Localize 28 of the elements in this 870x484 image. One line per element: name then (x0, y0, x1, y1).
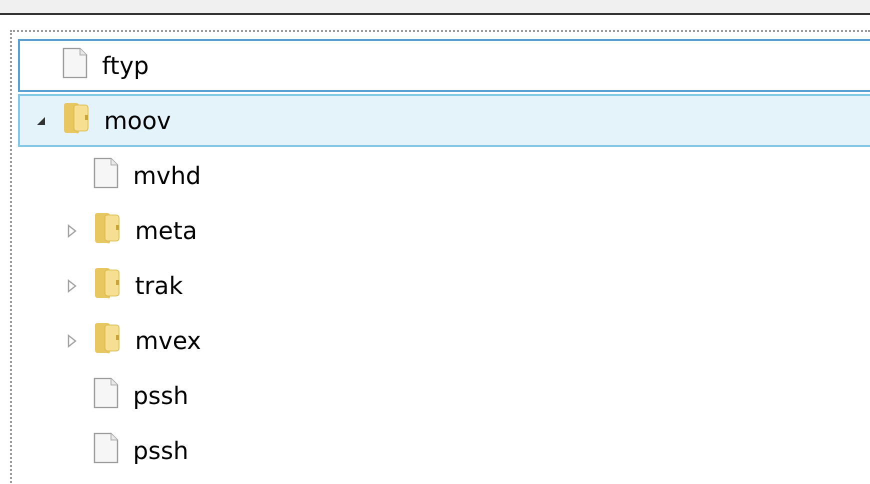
expand-triangle-icon[interactable] (67, 334, 77, 348)
item-label: ftyp (102, 52, 149, 80)
item-label: pssh (133, 436, 188, 464)
document-icon (62, 46, 88, 78)
item-label: pssh (133, 382, 188, 410)
document-icon (93, 376, 119, 408)
tree-item[interactable]: moov (18, 94, 870, 147)
folder-icon (93, 266, 121, 298)
tree-item[interactable]: meta (18, 204, 870, 257)
item-label: mvex (135, 326, 202, 354)
folder-icon (93, 322, 121, 354)
folder-icon (62, 102, 90, 134)
collapse-triangle-icon[interactable] (36, 116, 46, 126)
tree-item[interactable]: pssh (18, 424, 870, 477)
tree-item[interactable]: ftyp (18, 39, 870, 92)
tree-item[interactable]: mvhd (18, 149, 870, 202)
item-label: trak (135, 272, 183, 300)
item-label: mvhd (133, 162, 202, 190)
document-icon (93, 156, 119, 188)
expand-triangle-icon[interactable] (67, 224, 77, 238)
item-label: meta (135, 216, 198, 244)
item-label: moov (104, 106, 171, 134)
tree-item[interactable]: pssh (18, 369, 870, 422)
expand-triangle-icon[interactable] (67, 278, 77, 292)
folder-icon (93, 212, 121, 244)
tree-item[interactable]: trak (18, 259, 870, 312)
tree-item[interactable]: mvex (18, 314, 870, 367)
document-icon (93, 432, 119, 464)
